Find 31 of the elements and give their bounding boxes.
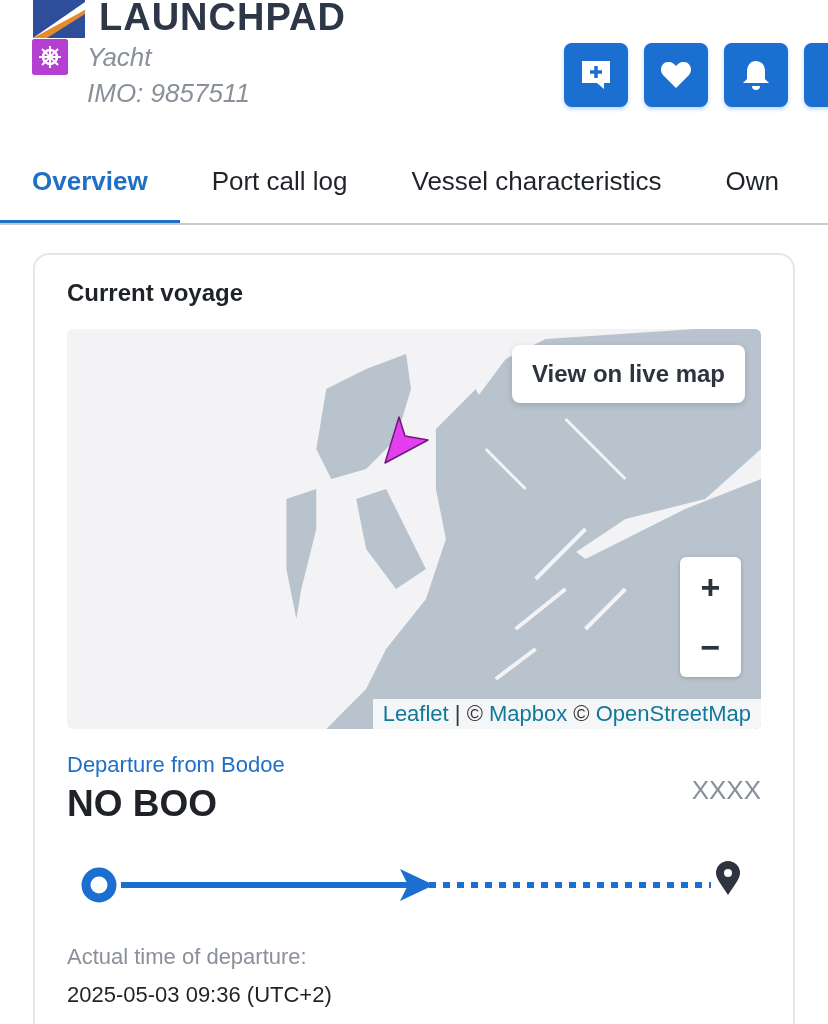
departure-label: Departure from Bodoe: [67, 751, 286, 779]
tab[interactable]: Overview: [0, 150, 180, 223]
ship-wheel-icon: [32, 39, 68, 75]
departure-time: 2025-05-03 09:36 (UTC+2): [67, 981, 333, 1009]
attribution-link[interactable]: Mapbox: [488, 701, 568, 726]
tab[interactable]: Own: [693, 150, 811, 223]
zoom-out-button[interactable]: −: [680, 617, 741, 677]
attribution-link[interactable]: Leaflet: [382, 701, 449, 726]
imo-number: IMO: 9857511: [87, 77, 250, 110]
alert-button[interactable]: [724, 43, 788, 107]
view-live-map-button[interactable]: View on live map: [512, 345, 745, 403]
map-attribution: Leaflet | © Mapbox © OpenStreetMap: [372, 699, 761, 729]
tab[interactable]: Port call log: [179, 150, 380, 223]
flag-icon: [33, 0, 85, 38]
origin-icon: [81, 867, 117, 903]
tab[interactable]: Vessel characteristics: [379, 150, 694, 223]
add-comment-button[interactable]: [564, 43, 628, 107]
destination: XXXX: [691, 775, 761, 806]
favorite-button[interactable]: [644, 43, 708, 107]
departure-time-label: Actual time of departure:: [67, 943, 308, 971]
vessel-name: LAUNCHPAD: [99, 0, 346, 39]
location-pin-icon: [715, 861, 741, 895]
port-code: NO BOO: [67, 783, 218, 825]
vessel-marker-icon: [383, 415, 431, 465]
comment-plus-icon: [579, 59, 613, 91]
card-title: Current voyage: [67, 278, 245, 308]
heart-icon: [660, 61, 692, 89]
bell-icon: [742, 59, 770, 91]
zoom-in-button[interactable]: +: [680, 557, 741, 617]
vessel-type: Yacht: [87, 41, 154, 74]
attribution-link[interactable]: OpenStreetMap: [595, 701, 751, 726]
